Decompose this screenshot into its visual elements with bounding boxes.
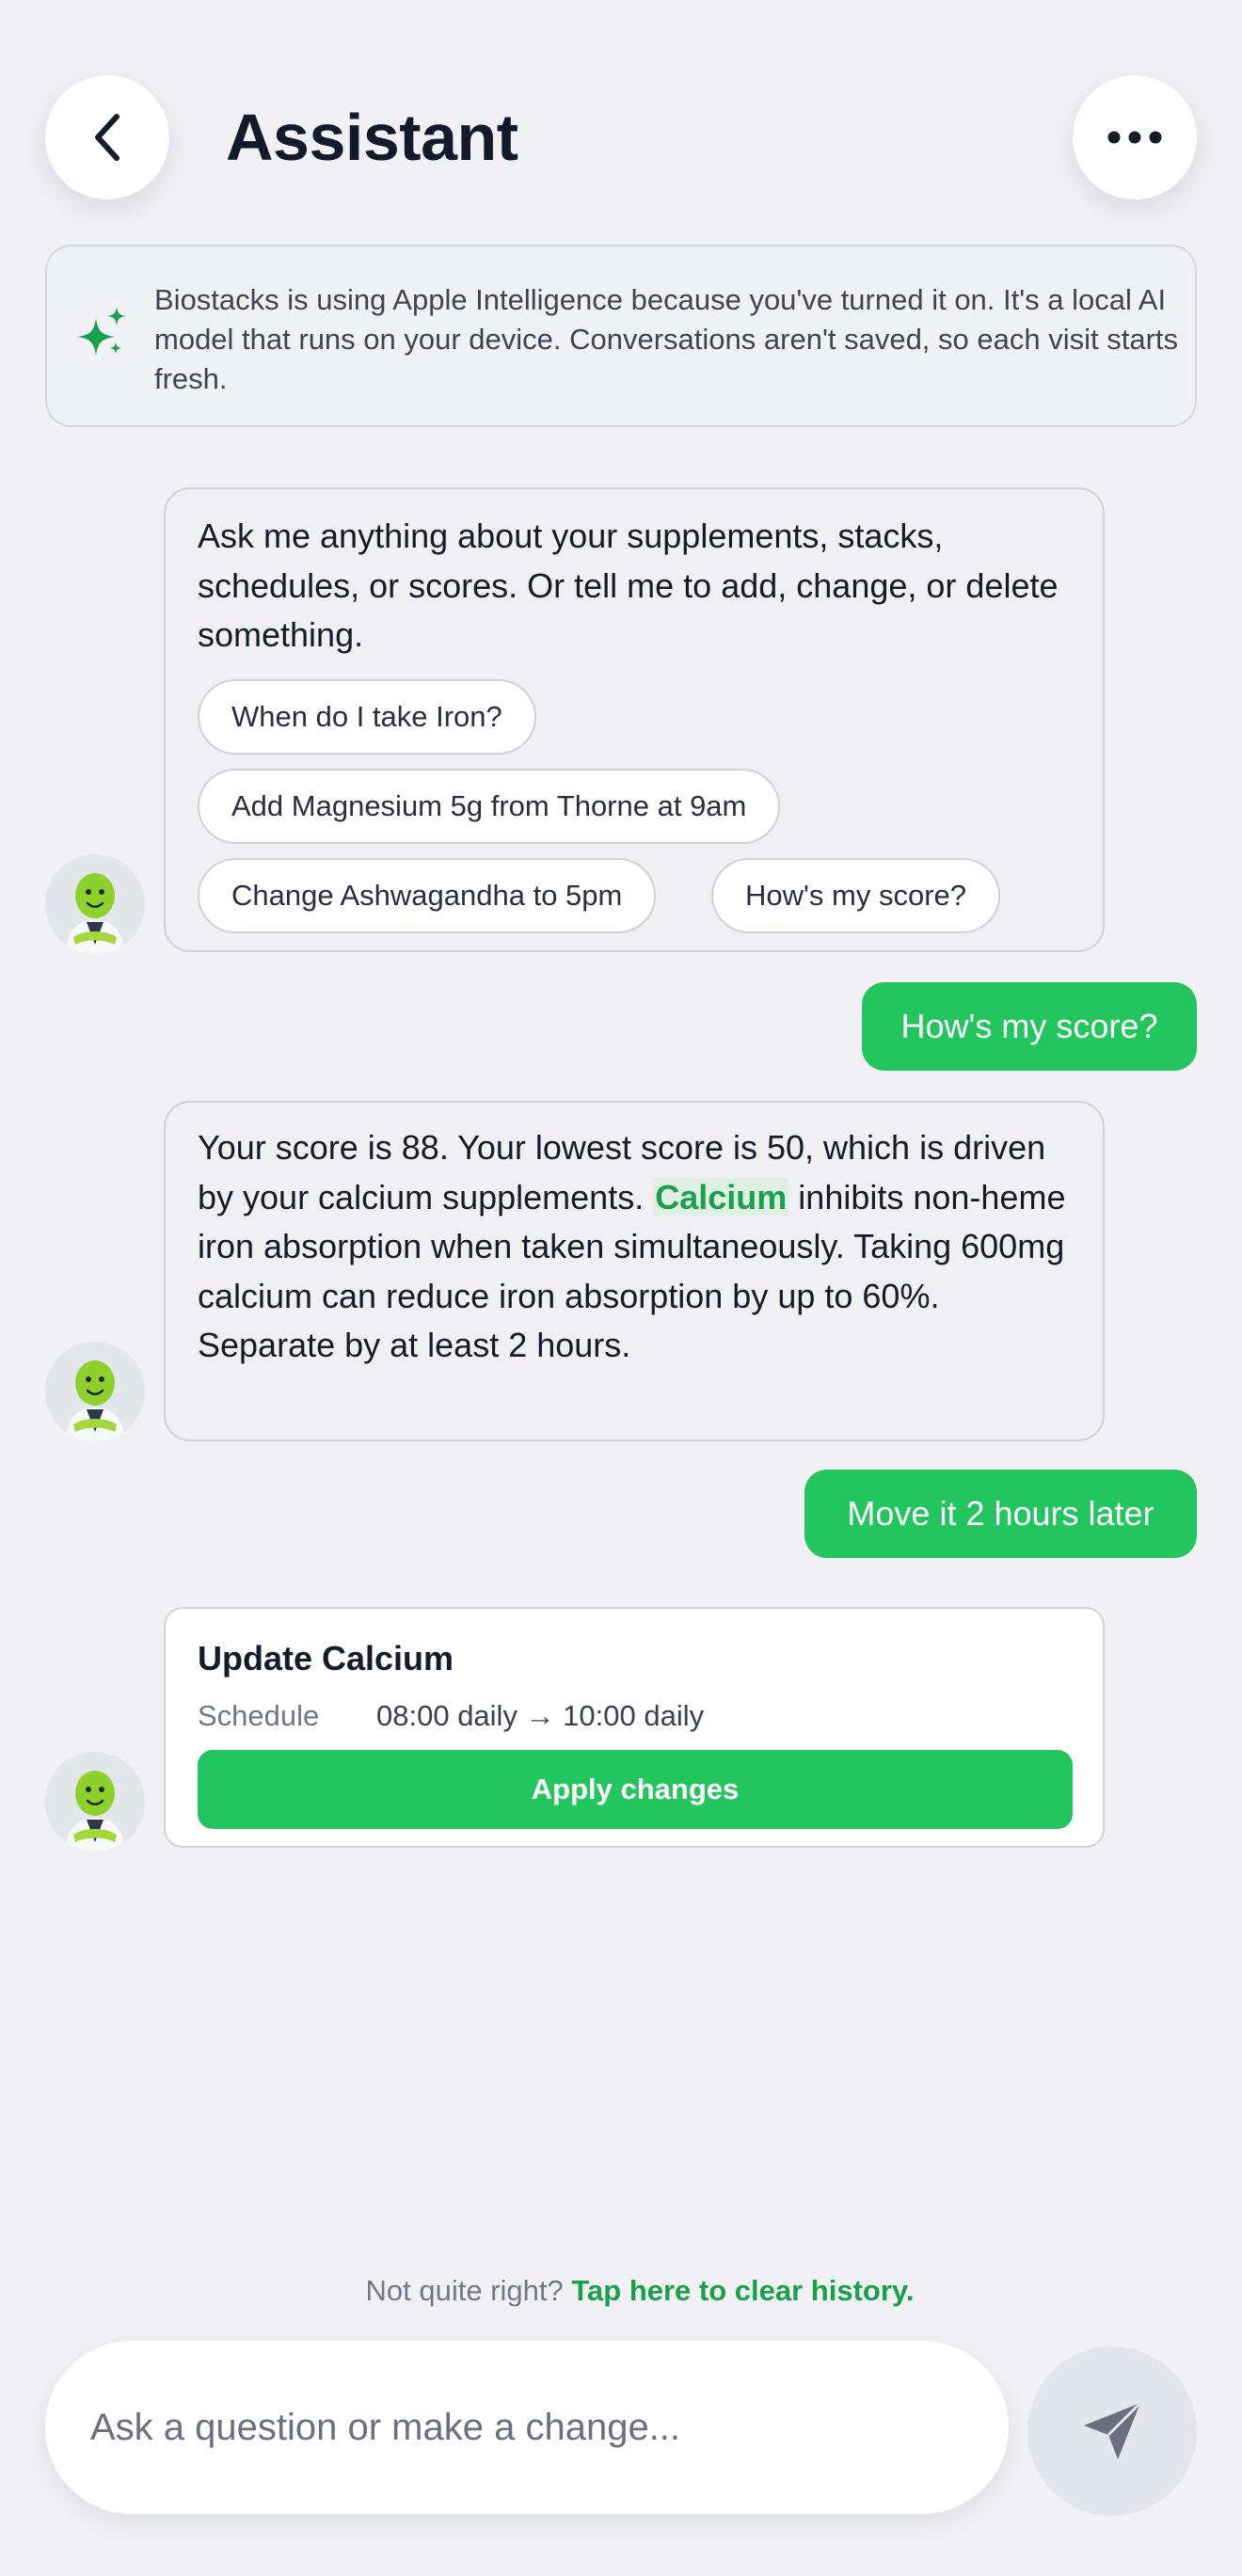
notice-text: Biostacks is using Apple Intelligence be… — [154, 283, 1179, 395]
apple-intelligence-notice: Biostacks is using Apple Intelligence be… — [45, 245, 1197, 427]
send-button[interactable] — [1027, 2346, 1197, 2516]
update-calcium-card: Update Calcium Schedule 08:00 daily → 10… — [164, 1607, 1105, 1848]
message-input-container — [45, 2341, 1009, 2514]
intro-text: Ask me anything about your supplements, … — [198, 517, 1059, 654]
suggestion-chip-iron[interactable]: When do I take Iron? — [198, 679, 536, 755]
assistant-screen: Assistant Biostacks is using Apple Intel… — [0, 0, 1242, 2576]
assistant-avatar — [45, 1342, 145, 1441]
highlighted-term: Calcium — [653, 1177, 789, 1216]
more-options-button[interactable] — [1073, 75, 1197, 199]
clear-history-prefix: Not quite right? — [365, 2274, 564, 2307]
suggestion-chip-ashwagandha[interactable]: Change Ashwagandha to 5pm — [198, 858, 657, 933]
message-input[interactable] — [88, 2341, 973, 2514]
doctor-avatar-icon — [66, 1360, 124, 1441]
schedule-change: 08:00 daily → 10:00 daily — [376, 1699, 705, 1732]
clear-history-line: Not quite right? Tap here to clear histo… — [0, 2267, 1242, 2314]
page-title: Assistant — [226, 101, 518, 174]
card-title: Update Calcium — [198, 1639, 454, 1678]
user-message: Move it 2 hours later — [804, 1470, 1197, 1558]
assistant-answer-bubble: Your score is 88. Your lowest score is 5… — [164, 1101, 1105, 1441]
answer-text: Your score is 88. Your lowest score is 5… — [198, 1123, 1075, 1371]
chevron-left-icon — [95, 114, 119, 161]
assistant-avatar — [45, 854, 145, 954]
sparkles-icon — [77, 307, 126, 356]
schedule-label: Schedule — [198, 1699, 320, 1732]
apply-changes-button[interactable]: Apply changes — [198, 1750, 1073, 1829]
send-icon — [1084, 2401, 1142, 2459]
back-button[interactable] — [45, 75, 169, 199]
assistant-intro-bubble: Ask me anything about your supplements, … — [164, 487, 1105, 952]
ellipsis-icon — [1107, 131, 1162, 144]
doctor-avatar-icon — [66, 873, 124, 954]
doctor-avatar-icon — [66, 1771, 124, 1852]
suggestion-chip-score[interactable]: How's my score? — [711, 858, 1001, 933]
clear-history-link[interactable]: Tap here to clear history. — [571, 2274, 914, 2307]
assistant-avatar — [45, 1752, 145, 1852]
user-message: How's my score? — [862, 982, 1197, 1071]
suggestion-chip-magnesium[interactable]: Add Magnesium 5g from Thorne at 9am — [198, 769, 781, 844]
